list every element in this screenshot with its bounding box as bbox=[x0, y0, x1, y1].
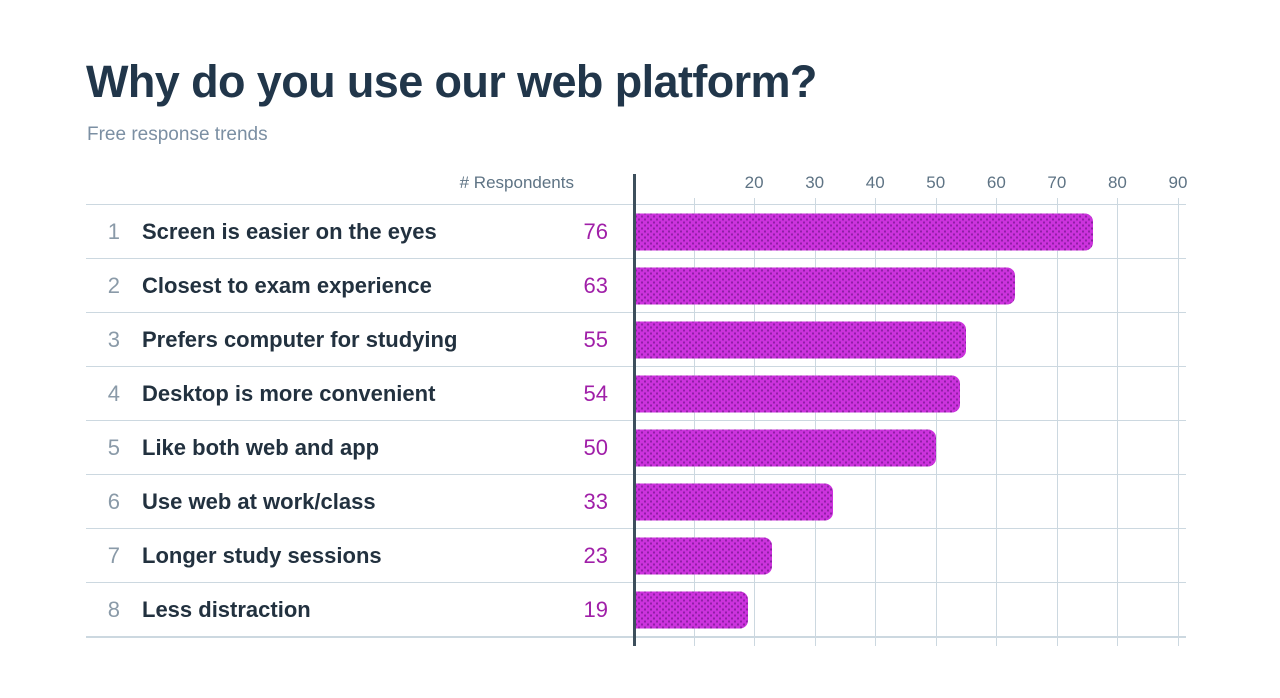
row-label: Prefers computer for studying bbox=[142, 326, 458, 352]
row-value: 19 bbox=[583, 596, 608, 622]
bar bbox=[633, 213, 1094, 250]
axis-header: # Respondents 20 30 40 50 60 70 80 90 bbox=[86, 168, 1188, 204]
bar-cell bbox=[633, 367, 1186, 420]
bar-cell bbox=[633, 583, 1186, 636]
row-rank: 5 bbox=[107, 434, 120, 460]
row-rank: 8 bbox=[107, 596, 120, 622]
x-axis-tick-label: 20 bbox=[744, 173, 764, 192]
row-rank: 2 bbox=[107, 272, 120, 298]
bar-chart: # Respondents 20 30 40 50 60 70 80 90 1 Screen i… bbox=[86, 168, 1188, 646]
x-axis-tick-label: 30 bbox=[805, 173, 825, 192]
x-axis-tick-label: 90 bbox=[1168, 173, 1188, 192]
x-axis-tick-label: 40 bbox=[865, 173, 885, 192]
row-label: Like both web and app bbox=[142, 434, 380, 460]
row-label: Screen is easier on the eyes bbox=[142, 218, 437, 244]
row-value: 76 bbox=[583, 218, 608, 244]
chart-row: 1 Screen is easier on the eyes 76 bbox=[86, 205, 1186, 259]
row-value: 54 bbox=[583, 380, 608, 406]
row-rank: 4 bbox=[107, 380, 120, 406]
bar-cell bbox=[633, 205, 1186, 258]
bar-cell bbox=[633, 529, 1186, 582]
row-rank: 3 bbox=[107, 326, 120, 352]
bar-cell bbox=[633, 475, 1186, 528]
bar bbox=[633, 267, 1015, 304]
row-value: 55 bbox=[583, 326, 608, 352]
row-value: 63 bbox=[583, 272, 608, 298]
bar bbox=[633, 321, 967, 358]
chart-row: 4 Desktop is more convenient 54 bbox=[86, 367, 1186, 421]
chart-row: 3 Prefers computer for studying 55 bbox=[86, 313, 1186, 367]
row-rank: 1 bbox=[107, 218, 120, 244]
bar-cell bbox=[633, 313, 1186, 366]
chart-rows: 1 Screen is easier on the eyes 76 2 Closest … bbox=[86, 205, 1186, 637]
zero-axis-line bbox=[633, 174, 636, 646]
row-value: 33 bbox=[583, 488, 608, 514]
row-label: Longer study sessions bbox=[142, 542, 382, 568]
bar bbox=[633, 591, 749, 628]
bar bbox=[633, 537, 773, 574]
chart-row: 6 Use web at work/class 33 bbox=[86, 475, 1186, 529]
row-value: 23 bbox=[583, 542, 608, 568]
bar bbox=[633, 375, 960, 412]
bottom-divider bbox=[86, 637, 1186, 638]
row-label: Less distraction bbox=[142, 596, 311, 622]
row-rank: 6 bbox=[107, 488, 120, 514]
bar bbox=[633, 429, 936, 466]
x-axis-tick-label: 80 bbox=[1107, 173, 1127, 192]
row-value: 50 bbox=[583, 434, 608, 460]
row-label: Desktop is more convenient bbox=[142, 380, 436, 406]
chart-row: 7 Longer study sessions 23 bbox=[86, 529, 1186, 583]
row-label: Closest to exam experience bbox=[142, 272, 432, 298]
page-title: Why do you use our web platform? bbox=[86, 56, 817, 107]
x-axis-tick-label: 50 bbox=[926, 173, 946, 192]
x-axis-tick-label: 60 bbox=[986, 173, 1006, 192]
row-rank: 7 bbox=[107, 542, 120, 568]
bar-cell bbox=[633, 259, 1186, 312]
chart-row: 2 Closest to exam experience 63 bbox=[86, 259, 1186, 313]
chart-row: 8 Less distraction 19 bbox=[86, 583, 1186, 637]
page-subtitle: Free response trends bbox=[87, 124, 268, 145]
bar-cell bbox=[633, 421, 1186, 474]
value-column-header: # Respondents bbox=[459, 173, 574, 192]
chart-page: Why do you use our web platform? Free re… bbox=[0, 0, 1280, 698]
x-axis-tick-label: 70 bbox=[1047, 173, 1067, 192]
row-label: Use web at work/class bbox=[142, 488, 376, 514]
chart-row: 5 Like both web and app 50 bbox=[86, 421, 1186, 475]
bar bbox=[633, 483, 833, 520]
